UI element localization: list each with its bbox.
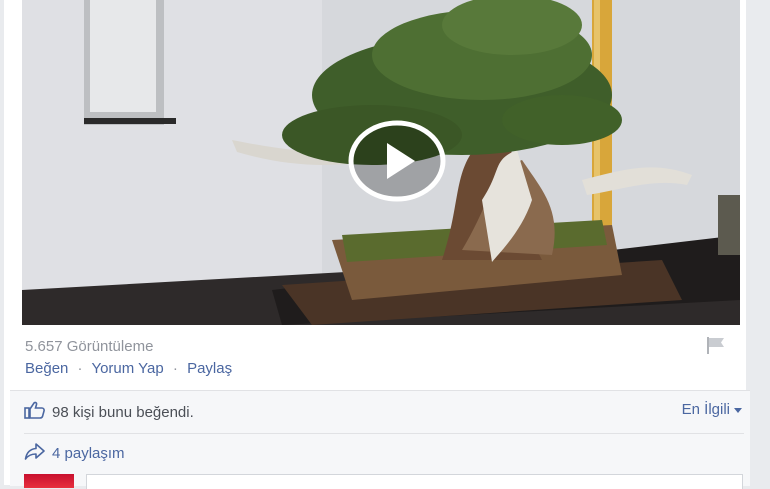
comment-input[interactable]	[86, 474, 743, 489]
comment-link[interactable]: Yorum Yap	[91, 360, 163, 377]
likes-text: 98 kişi bunu beğendi.	[52, 403, 194, 421]
post-card: 5.657 Görüntüleme Beğen · Yorum Yap · Pa…	[4, 0, 750, 489]
action-separator: ·	[77, 360, 83, 377]
action-separator: ·	[172, 360, 178, 377]
video-player[interactable]	[22, 0, 740, 325]
play-button[interactable]	[347, 120, 447, 202]
view-count: 5.657 Görüntüleme	[25, 338, 154, 355]
shares-summary[interactable]: 4 paylaşım	[24, 442, 125, 464]
comment-sort-dropdown[interactable]: En İlgili	[682, 401, 742, 418]
likes-summary[interactable]: 98 kişi bunu beğendi.	[24, 401, 194, 423]
shares-text: 4 paylaşım	[52, 444, 125, 462]
feedback-section: 98 kişi bunu beğendi. En İlgili 4 paylaş…	[10, 390, 750, 489]
sort-label: En İlgili	[681, 401, 730, 418]
post-actions: Beğen · Yorum Yap · Paylaş	[25, 360, 232, 377]
share-arrow-icon	[24, 442, 46, 464]
like-link[interactable]: Beğen	[25, 360, 68, 377]
play-icon	[348, 120, 446, 202]
share-link[interactable]: Paylaş	[187, 360, 232, 377]
divider	[24, 433, 744, 434]
report-flag-icon[interactable]	[704, 335, 728, 355]
avatar	[24, 474, 74, 488]
chevron-down-icon	[734, 401, 742, 418]
thumbs-up-icon	[24, 401, 46, 423]
